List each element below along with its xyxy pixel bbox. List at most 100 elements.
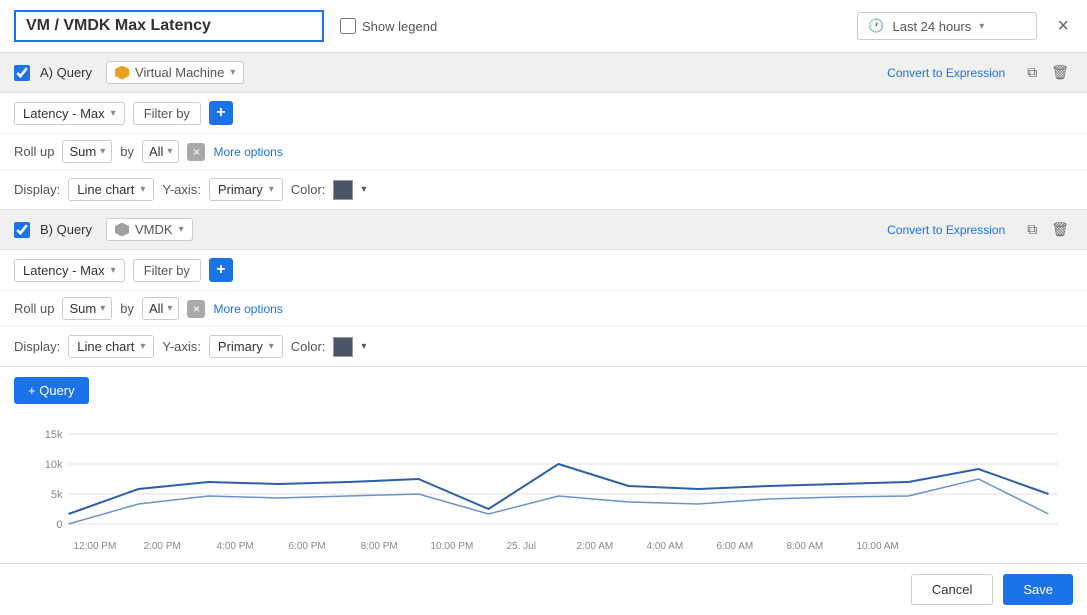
query-a-color-dropdown[interactable]: ▾ [361,184,366,195]
query-b-metric-chevron: ▾ [111,265,116,276]
query-b-metric-dropdown[interactable]: Latency - Max ▾ [14,259,125,282]
query-b-copy-button[interactable]: ⧉ [1023,219,1041,240]
query-b-display-label: Display: [14,339,60,354]
query-b-chart-chevron: ▾ [140,341,145,352]
query-b-add-filter-button[interactable]: + [209,258,233,282]
query-a-display-row: Display: Line chart ▾ Y-axis: Primary ▾ … [0,170,1087,209]
query-b-by-label: by [120,301,134,316]
query-a-entity-chevron: ▾ [230,67,235,78]
add-query-button[interactable]: + Query [14,377,89,404]
query-b-convert-link[interactable]: Convert to Expression [887,223,1005,237]
chart-container: 15k 10k 5k 0 12:00 PM 2:00 PM 4:00 PM 6:… [14,424,1073,563]
query-b-color-label: Color: [291,339,326,354]
virtual-machine-icon [115,66,129,80]
svg-text:10k: 10k [45,459,63,471]
query-a-chart-chevron: ▾ [140,184,145,195]
save-button[interactable]: Save [1003,574,1073,605]
query-a-display-label: Display: [14,182,60,197]
title-input[interactable] [14,10,324,42]
svg-text:4:00 AM: 4:00 AM [647,541,684,552]
chevron-down-icon: ▾ [979,21,984,32]
query-a-actions: ⧉ 🗑 [1023,62,1073,83]
query-b-delete-button[interactable]: 🗑 [1047,219,1073,240]
query-b-rollup-by-label: All [149,301,163,316]
query-a-yaxis-label: Y-axis: [162,182,201,197]
svg-text:2:00 AM: 2:00 AM [577,541,614,552]
query-a-metric-chevron: ▾ [111,108,116,119]
svg-text:10:00 PM: 10:00 PM [431,541,474,552]
add-query-area: + Query [0,367,1087,414]
query-b-filter-label: Filter by [144,263,190,278]
svg-text:0: 0 [56,519,62,531]
query-b-actions: ⧉ 🗑 [1023,219,1073,240]
query-a-rollup-clear-button[interactable]: × [187,143,205,161]
query-a-chart-type-dropdown[interactable]: Line chart ▾ [68,178,154,201]
close-button[interactable]: × [1053,15,1073,38]
query-b-filter-button[interactable]: Filter by [133,259,201,282]
query-a-rollup-func-label: Sum [69,144,96,159]
query-b-section: B) Query VMDK ▾ Convert to Expression ⧉ … [0,210,1087,367]
query-a-yaxis-chevron: ▾ [269,184,274,195]
svg-text:25. Jul: 25. Jul [507,541,536,552]
query-b-rollup-by-select[interactable]: All ▾ [142,297,179,320]
query-a-label: A) Query [40,65,92,80]
query-a-metric-label: Latency - Max [23,106,105,121]
query-b-rollup-func-label: Sum [69,301,96,316]
query-b-color-swatch[interactable] [333,337,353,357]
query-b-header: B) Query VMDK ▾ Convert to Expression ⧉ … [0,210,1087,250]
footer: Cancel Save [0,563,1087,615]
chart-area: 15k 10k 5k 0 12:00 PM 2:00 PM 4:00 PM 6:… [0,414,1087,563]
query-a-more-options-link[interactable]: More options [213,145,282,159]
query-b-metric-row: Latency - Max ▾ Filter by + [0,250,1087,291]
query-a-filter-button[interactable]: Filter by [133,102,201,125]
chart-svg: 15k 10k 5k 0 12:00 PM 2:00 PM 4:00 PM 6:… [14,424,1073,563]
query-b-chart-type-dropdown[interactable]: Line chart ▾ [68,335,154,358]
query-a-entity-dropdown[interactable]: Virtual Machine ▾ [106,61,244,84]
query-a-rollup-by-select[interactable]: All ▾ [142,140,179,163]
svg-text:8:00 PM: 8:00 PM [361,541,398,552]
query-b-by-chevron: ▾ [167,303,172,314]
query-b-rollup-chevron: ▾ [100,303,105,314]
query-b-rollup-func-select[interactable]: Sum ▾ [62,297,112,320]
svg-text:5k: 5k [51,489,63,501]
query-b-display-row: Display: Line chart ▾ Y-axis: Primary ▾ … [0,327,1087,366]
query-b-entity-chevron: ▾ [179,224,184,235]
query-a-rollup-func-select[interactable]: Sum ▾ [62,140,112,163]
query-b-yaxis-dropdown[interactable]: Primary ▾ [209,335,283,358]
query-b-color-dropdown[interactable]: ▾ [361,341,366,352]
show-legend-text: Show legend [362,19,437,34]
cancel-button[interactable]: Cancel [911,574,993,605]
show-legend-checkbox[interactable] [340,18,356,34]
query-b-more-options-link[interactable]: More options [213,302,282,316]
clock-icon: 🕐 [868,18,884,34]
query-b-entity-dropdown[interactable]: VMDK ▾ [106,218,193,241]
query-a-rollup-row: Roll up Sum ▾ by All ▾ × More options [0,134,1087,170]
query-a-color-label: Color: [291,182,326,197]
query-a-add-filter-button[interactable]: + [209,101,233,125]
query-a-checkbox[interactable] [14,65,30,81]
query-b-checkbox[interactable] [14,222,30,238]
query-a-copy-button[interactable]: ⧉ [1023,62,1041,83]
query-b-chart-type-label: Line chart [77,339,134,354]
query-a-metric-row: Latency - Max ▾ Filter by + [0,93,1087,134]
show-legend-label[interactable]: Show legend [340,18,437,34]
query-b-yaxis-chevron: ▾ [269,341,274,352]
query-a-by-label: by [120,144,134,159]
vmdk-icon [115,223,129,237]
query-a-color-swatch[interactable] [333,180,353,200]
query-a-yaxis-dropdown[interactable]: Primary ▾ [209,178,283,201]
query-a-metric-dropdown[interactable]: Latency - Max ▾ [14,102,125,125]
svg-text:6:00 PM: 6:00 PM [289,541,326,552]
svg-text:6:00 AM: 6:00 AM [717,541,754,552]
query-a-convert-link[interactable]: Convert to Expression [887,66,1005,80]
query-a-section: A) Query Virtual Machine ▾ Convert to Ex… [0,53,1087,210]
time-range-picker[interactable]: 🕐 Last 24 hours ▾ [857,12,1037,40]
query-b-label: B) Query [40,222,92,237]
query-b-rollup-clear-button[interactable]: × [187,300,205,318]
query-b-rollup-row: Roll up Sum ▾ by All ▾ × More options [0,291,1087,327]
query-b-metric-label: Latency - Max [23,263,105,278]
query-a-delete-button[interactable]: 🗑 [1047,62,1073,83]
query-b-rollup-label: Roll up [14,301,54,316]
time-range-label: Last 24 hours [893,19,972,34]
svg-text:2:00 PM: 2:00 PM [144,541,181,552]
